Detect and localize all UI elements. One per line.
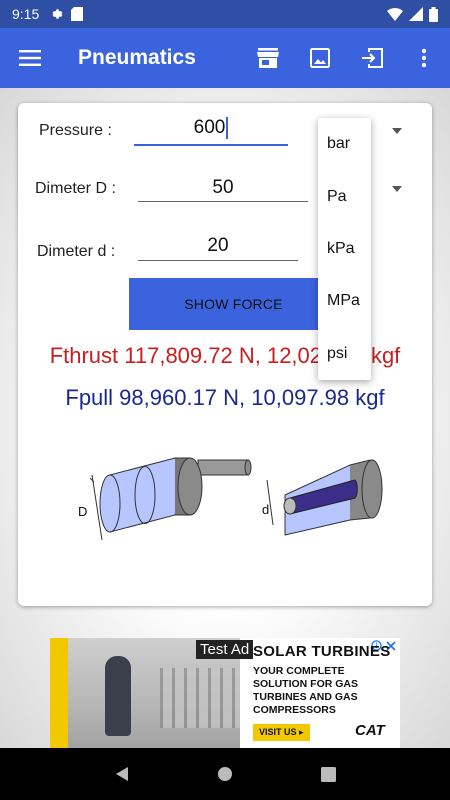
wifi-icon: [387, 8, 403, 21]
ad-photo-rack: [160, 668, 240, 728]
overflow-menu-button[interactable]: [398, 28, 450, 88]
settings-icon: [52, 9, 63, 19]
exit-icon: [362, 48, 383, 68]
unit-dropdown-menu: bar Pa kPa MPa psi: [318, 118, 371, 380]
pressure-underline: [134, 144, 288, 146]
diameter-D-input[interactable]: 50: [138, 177, 308, 199]
store-icon: [257, 48, 279, 68]
diameter-d-label: Dimeter d :: [37, 243, 116, 260]
diameter-D-label: Dimeter D :: [35, 180, 116, 197]
system-navigation-bar: [0, 748, 450, 800]
diameter-D-unit-dropdown-arrow-icon[interactable]: [392, 186, 402, 192]
pull-result: Fpull 98,960.17 N, 10,097.98 kgf: [65, 385, 385, 410]
app-title: Pneumatics: [78, 46, 196, 69]
menu-button[interactable]: [0, 28, 60, 88]
image-button[interactable]: [294, 28, 346, 88]
more-vert-icon: [421, 48, 427, 68]
recents-icon[interactable]: [321, 766, 337, 782]
cylinder-diagram: D d: [78, 457, 383, 541]
status-bar: 9:15: [0, 0, 450, 28]
pressure-input[interactable]: 600: [134, 117, 288, 139]
diagram-label-D: D: [78, 504, 87, 519]
back-icon[interactable]: [114, 766, 130, 782]
ad-banner[interactable]: Test Ad SOLAR TURBINES YOUR COMPLETE SOL…: [50, 638, 400, 748]
ad-body: YOUR COMPLETE SOLUTION FOR GAS TURBINES …: [253, 665, 358, 716]
pressure-unit-dropdown-arrow-icon[interactable]: [392, 128, 402, 134]
home-icon[interactable]: [217, 766, 233, 782]
app-bar: Pneumatics: [0, 28, 450, 88]
diameter-D-underline: [138, 201, 308, 202]
pressure-value: 600: [193, 117, 226, 139]
ad-headline: SOLAR TURBINES: [253, 643, 391, 660]
diagram-label-d: d: [262, 502, 269, 517]
diameter-d-underline: [138, 260, 298, 261]
status-time: 9:15: [12, 6, 40, 22]
ad-photo-person: [105, 656, 131, 736]
ad-cta-button[interactable]: VISIT US ▸: [253, 724, 310, 741]
diameter-d-input[interactable]: 20: [138, 235, 298, 257]
store-button[interactable]: [242, 28, 294, 88]
unit-option-mpa[interactable]: MPa: [318, 275, 371, 327]
unit-option-bar[interactable]: bar: [318, 118, 371, 170]
show-force-button[interactable]: SHOW FORCE: [129, 278, 338, 330]
unit-option-kpa[interactable]: kPa: [318, 223, 371, 275]
diameter-d-value: 20: [207, 235, 229, 256]
battery-icon: [429, 6, 438, 22]
unit-option-psi[interactable]: psi: [318, 328, 371, 380]
text-caret: [226, 117, 229, 139]
ad-yellow-stripe: [50, 638, 68, 748]
hamburger-menu-icon: [19, 50, 41, 66]
pressure-label: Pressure :: [39, 122, 112, 139]
sd-card-icon: [71, 7, 84, 21]
unit-option-pa[interactable]: Pa: [318, 170, 371, 222]
thrust-result: Fthrust 117,809.72 N, 12,021.40 kgf: [49, 343, 401, 368]
diameter-D-value: 50: [212, 177, 234, 198]
exit-button[interactable]: [346, 28, 398, 88]
signal-icon: [409, 7, 423, 21]
test-ad-tag: Test Ad: [196, 640, 254, 659]
ad-brand-logo: CAT: [355, 722, 385, 739]
image-icon: [310, 48, 330, 68]
